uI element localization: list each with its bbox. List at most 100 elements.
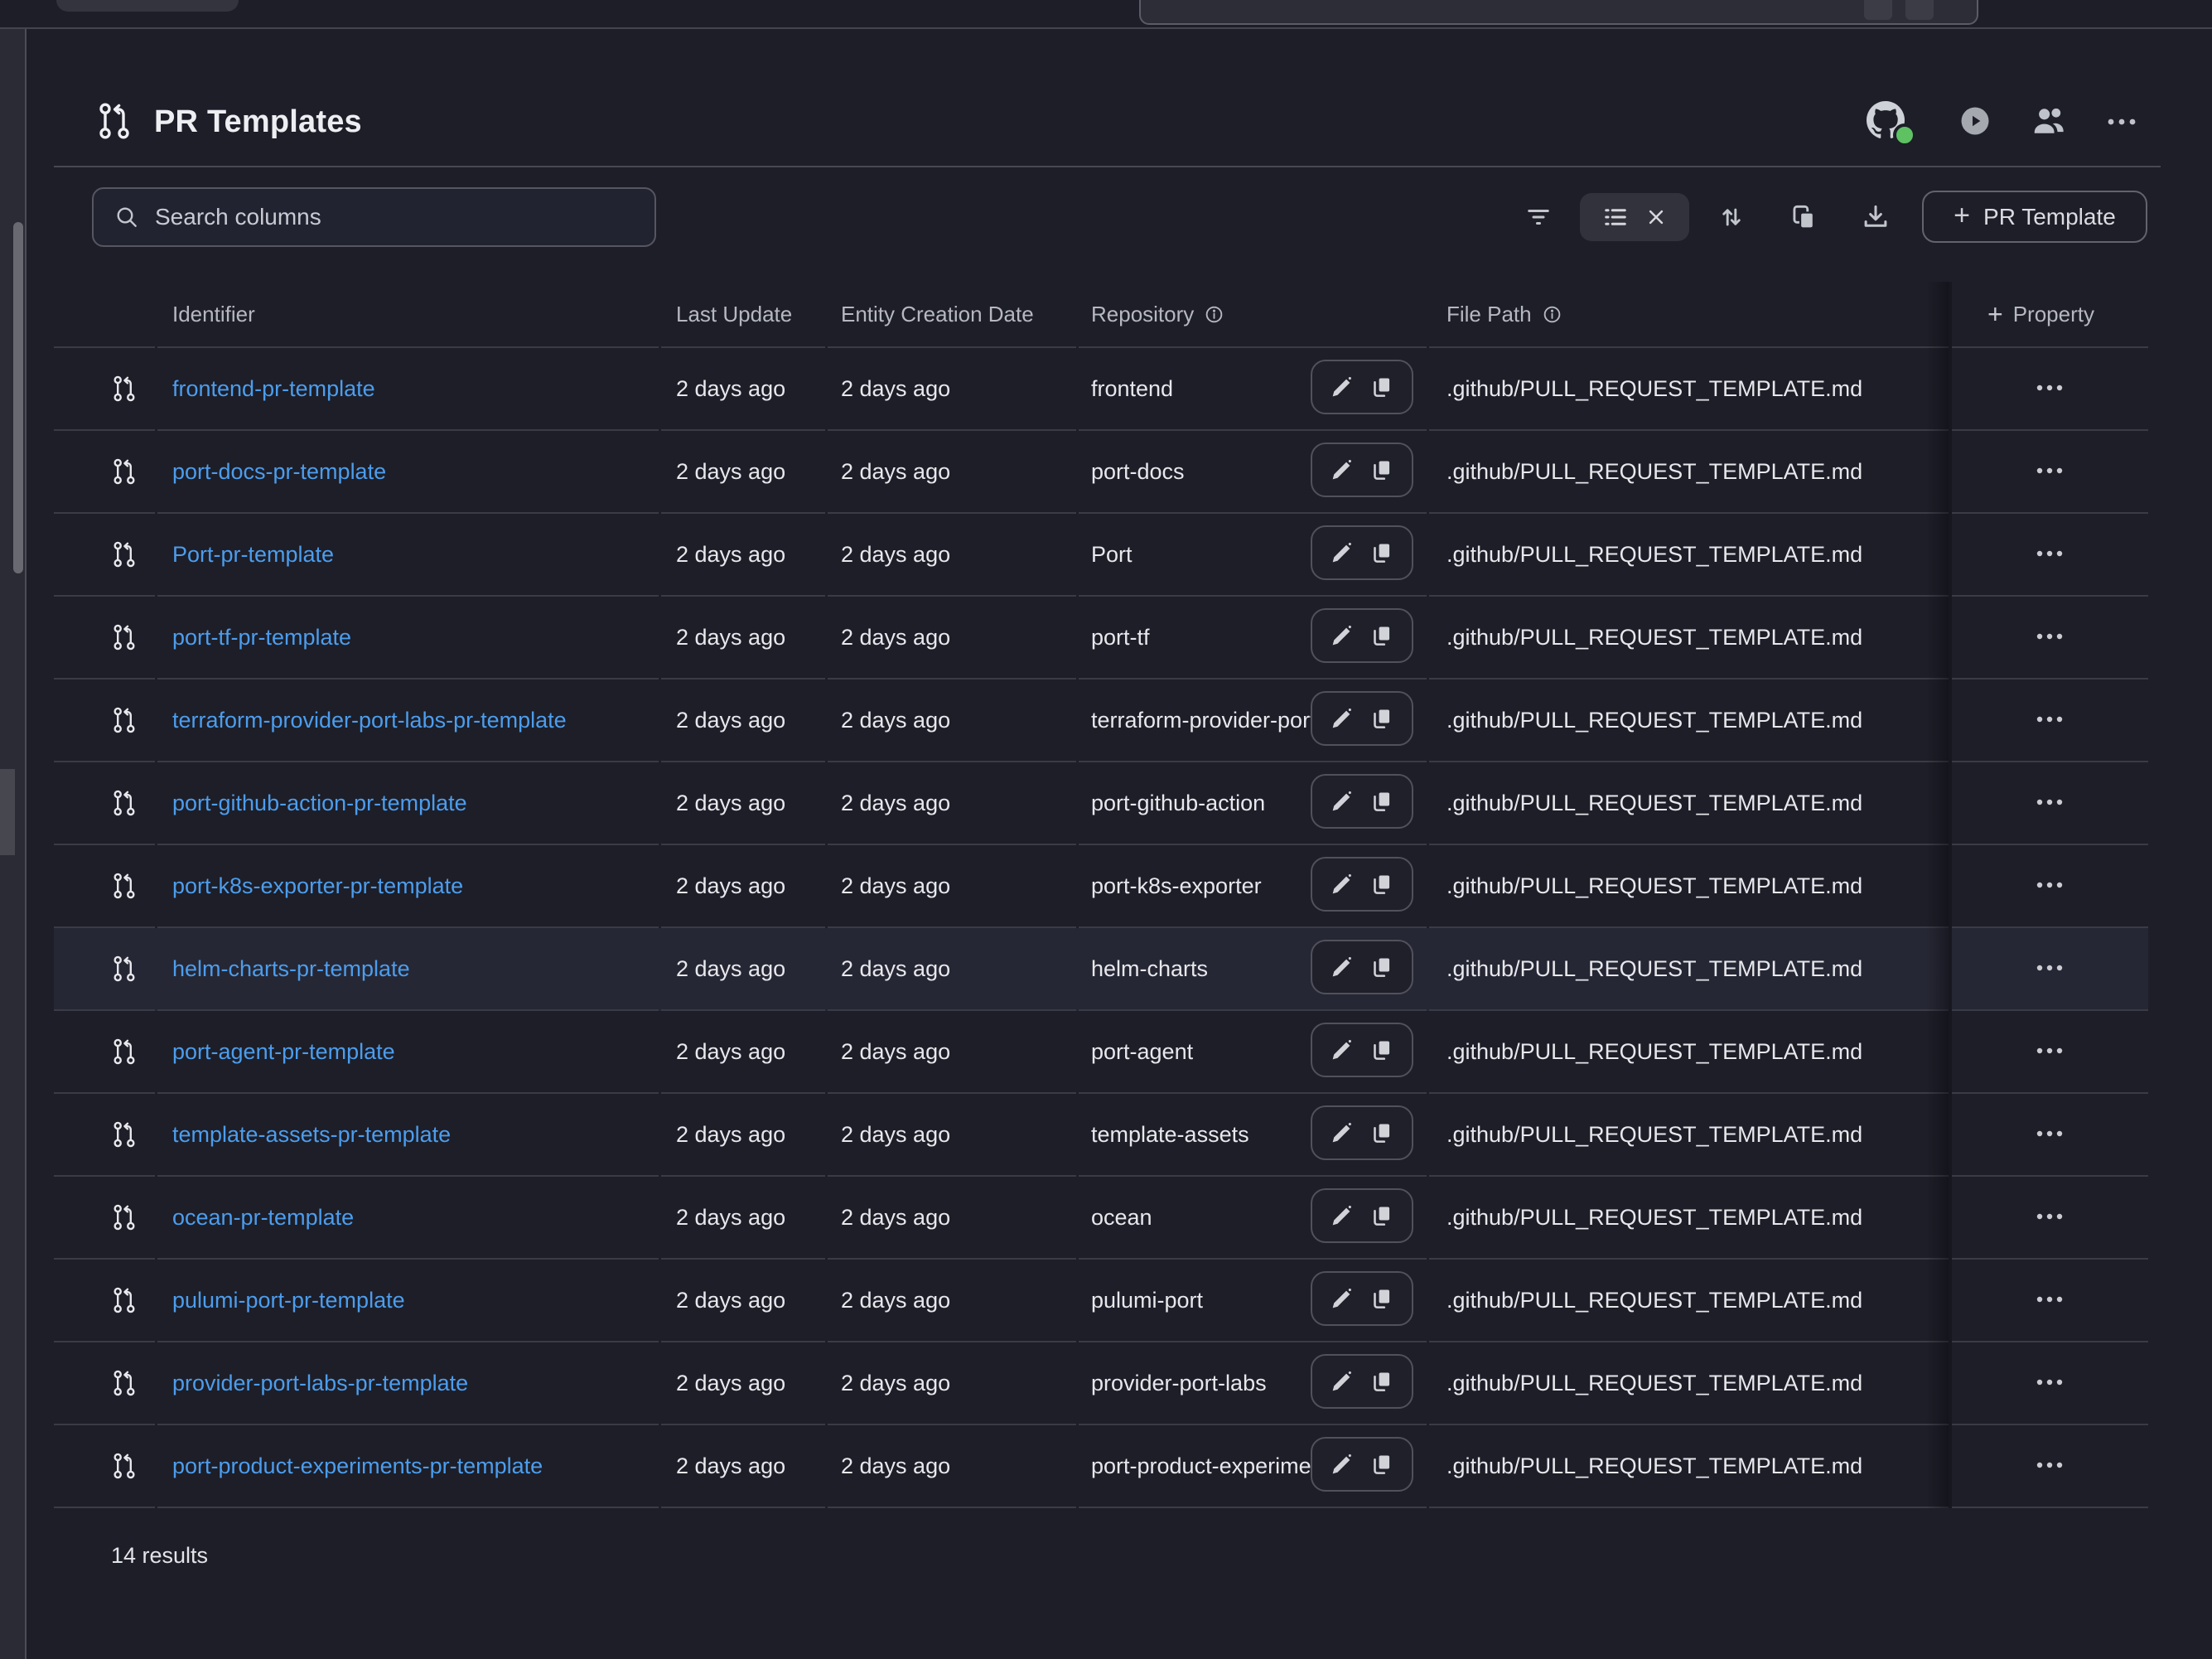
table-row[interactable]: port-github-action-pr-template 2 days ag… [54, 762, 2148, 845]
copy-button[interactable] [1368, 1450, 1396, 1478]
edit-button[interactable] [1328, 539, 1356, 567]
add-pr-template-button[interactable]: + PR Template [1922, 191, 2147, 243]
table-row[interactable]: port-tf-pr-template 2 days ago 2 days ag… [54, 597, 2148, 680]
row-more-button[interactable] [2025, 873, 2074, 900]
view-toggle-pill[interactable] [1580, 193, 1689, 241]
row-more-button[interactable] [2025, 1038, 2074, 1066]
row-more-button[interactable] [2025, 1204, 2074, 1231]
sort-icon[interactable] [1717, 202, 1746, 232]
table-row[interactable]: frontend-pr-template 2 days ago 2 days a… [54, 348, 2148, 431]
file-path-cell: .github/PULL_REQUEST_TEMPLATE.md [1429, 680, 1949, 762]
table-row[interactable]: Port-pr-template 2 days ago 2 days ago P… [54, 514, 2148, 597]
copy-button[interactable] [1368, 1367, 1396, 1395]
copy-button[interactable] [1368, 953, 1396, 981]
table-row[interactable]: helm-charts-pr-template 2 days ago 2 day… [54, 928, 2148, 1011]
copy-button[interactable] [1368, 456, 1396, 484]
copy-button[interactable] [1368, 539, 1396, 567]
scrollbar-thumb[interactable] [13, 222, 23, 573]
header-file-path[interactable]: File Path [1429, 282, 1949, 348]
edit-button[interactable] [1328, 622, 1356, 650]
table-row[interactable]: terraform-provider-port-labs-pr-template… [54, 680, 2148, 762]
identifier-link[interactable]: template-assets-pr-template [172, 1122, 451, 1148]
clear-view-icon[interactable] [1644, 205, 1669, 230]
row-more-button[interactable] [2025, 955, 2074, 983]
identifier-link[interactable]: port-github-action-pr-template [172, 791, 467, 816]
copy-icon[interactable] [1788, 201, 1819, 233]
row-more-button[interactable] [2025, 1370, 2074, 1397]
edit-button[interactable] [1328, 1450, 1356, 1478]
search-columns-box[interactable] [92, 187, 656, 247]
copy-icon [1368, 953, 1396, 981]
edit-button[interactable] [1328, 1202, 1356, 1230]
more-options-icon[interactable] [2105, 114, 2138, 129]
edit-button[interactable] [1328, 1036, 1356, 1064]
row-more-button[interactable] [2025, 541, 2074, 568]
users-icon[interactable] [2030, 103, 2068, 141]
identifier-link[interactable]: provider-port-labs-pr-template [172, 1371, 468, 1396]
identifier-link[interactable]: port-tf-pr-template [172, 625, 351, 651]
edit-button[interactable] [1328, 1284, 1356, 1313]
row-more-button[interactable] [2025, 707, 2074, 734]
row-more-button[interactable] [2025, 458, 2074, 486]
header-add-property[interactable]: + Property [1951, 282, 2148, 348]
table-row[interactable]: port-agent-pr-template 2 days ago 2 days… [54, 1011, 2148, 1094]
identifier-link[interactable]: Port-pr-template [172, 542, 334, 568]
edit-button[interactable] [1328, 787, 1356, 815]
edit-button[interactable] [1328, 456, 1356, 484]
row-more-button[interactable] [2025, 1453, 2074, 1480]
edit-button[interactable] [1328, 704, 1356, 733]
edit-button[interactable] [1328, 1119, 1356, 1147]
info-icon[interactable] [1542, 304, 1562, 325]
play-icon[interactable] [1960, 106, 1990, 136]
row-more-button[interactable] [2025, 624, 2074, 651]
edit-button[interactable] [1328, 870, 1356, 898]
row-more-button[interactable] [2025, 375, 2074, 403]
header-repository[interactable]: Repository [1079, 282, 1427, 348]
identifier-link[interactable]: terraform-provider-port-labs-pr-template [172, 708, 567, 733]
info-icon[interactable] [1204, 304, 1224, 325]
filter-icon[interactable] [1524, 202, 1553, 232]
edit-button[interactable] [1328, 953, 1356, 981]
copy-button[interactable] [1368, 787, 1396, 815]
row-more-button[interactable] [2025, 1121, 2074, 1149]
copy-button[interactable] [1368, 1119, 1396, 1147]
row-more-button[interactable] [2025, 790, 2074, 817]
header-icon-column [54, 282, 155, 348]
copy-button[interactable] [1368, 622, 1396, 650]
table-row[interactable]: pulumi-port-pr-template 2 days ago 2 day… [54, 1260, 2148, 1342]
identifier-link[interactable]: port-product-experiments-pr-template [172, 1453, 543, 1479]
identifier-link[interactable]: ocean-pr-template [172, 1205, 354, 1231]
identifier-link[interactable]: frontend-pr-template [172, 376, 375, 402]
global-search-bar[interactable] [1139, 0, 1978, 25]
table-row[interactable]: template-assets-pr-template 2 days ago 2… [54, 1094, 2148, 1177]
table-row[interactable]: port-k8s-exporter-pr-template 2 days ago… [54, 845, 2148, 928]
identifier-link[interactable]: helm-charts-pr-template [172, 956, 410, 982]
table-row[interactable]: ocean-pr-template 2 days ago 2 days ago … [54, 1177, 2148, 1260]
identifier-link[interactable]: pulumi-port-pr-template [172, 1288, 405, 1313]
top-left-partial-button[interactable] [56, 0, 239, 12]
edit-button[interactable] [1328, 1367, 1356, 1395]
copy-button[interactable] [1368, 373, 1396, 401]
header-last-update[interactable]: Last Update [661, 282, 825, 348]
search-input[interactable] [155, 204, 635, 230]
identifier-link[interactable]: port-agent-pr-template [172, 1039, 395, 1065]
copy-button[interactable] [1368, 1202, 1396, 1230]
list-view-icon[interactable] [1601, 202, 1630, 232]
collapsed-panel-handle[interactable] [0, 769, 15, 855]
entity-creation-cell: 2 days ago [828, 1260, 1076, 1342]
row-more-button[interactable] [2025, 1287, 2074, 1314]
copy-button[interactable] [1368, 1036, 1396, 1064]
header-entity-creation-date[interactable]: Entity Creation Date [828, 282, 1076, 348]
github-status-dot [1893, 123, 1916, 147]
table-row[interactable]: port-product-experiments-pr-template 2 d… [54, 1425, 2148, 1508]
identifier-link[interactable]: port-docs-pr-template [172, 459, 386, 485]
copy-button[interactable] [1368, 1284, 1396, 1313]
identifier-link[interactable]: port-k8s-exporter-pr-template [172, 873, 463, 899]
edit-button[interactable] [1328, 373, 1356, 401]
table-row[interactable]: port-docs-pr-template 2 days ago 2 days … [54, 431, 2148, 514]
copy-button[interactable] [1368, 870, 1396, 898]
copy-button[interactable] [1368, 704, 1396, 733]
download-icon[interactable] [1860, 201, 1891, 233]
table-row[interactable]: provider-port-labs-pr-template 2 days ag… [54, 1342, 2148, 1425]
header-identifier[interactable]: Identifier [157, 282, 659, 348]
